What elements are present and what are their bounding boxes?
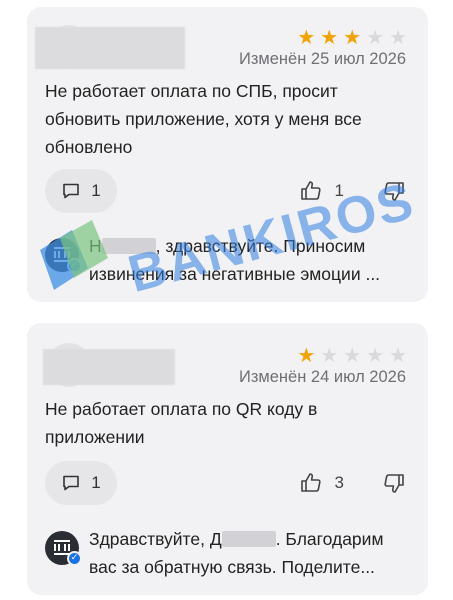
star-icon: ★	[320, 343, 339, 367]
star-icon: ★	[320, 25, 339, 49]
thumbs-up-icon[interactable]	[299, 471, 323, 495]
review-card: ★ ★ ★ ★ ★ Изменён 25 июл 2026 Не работае…	[27, 7, 428, 302]
review-date: Изменён 25 июл 2026	[238, 50, 406, 68]
reply-line-2: извинения за негативные эмоции ...	[89, 264, 381, 284]
likes-count: 1	[334, 181, 344, 200]
comment-icon	[63, 183, 80, 199]
author-name-redacted	[35, 27, 185, 69]
review-date: Изменён 24 июл 2026	[238, 368, 406, 386]
comments-button[interactable]: 1	[45, 169, 117, 213]
star-icon: ★	[366, 343, 385, 367]
reply-line-1: , здравствуйте. Приносим	[155, 236, 366, 256]
thumbs-down-icon[interactable]	[382, 471, 406, 495]
redacted-name	[221, 531, 276, 547]
verified-icon: ✓	[67, 551, 82, 566]
star-icon: ★	[389, 343, 407, 367]
bank-reply[interactable]: ✓ Здравствуйте, Д . Благодарим вас за обр…	[45, 525, 410, 585]
comments-count: 1	[91, 473, 101, 492]
star-icon: ★	[366, 25, 385, 49]
star-icon: ★	[343, 25, 362, 49]
verified-icon: ✓	[67, 258, 82, 273]
star-icon: ★	[297, 25, 316, 49]
reply-line-1: . Благодарим	[275, 529, 384, 549]
rating-stars: ★ ★ ★ ★ ★	[297, 345, 407, 365]
star-icon: ★	[297, 343, 316, 367]
review-card: ★ ★ ★ ★ ★ Изменён 24 июл 2026 Не работае…	[27, 323, 428, 595]
comments-count: 1	[91, 181, 101, 200]
likes-count: 3	[334, 473, 344, 492]
vote-controls: 1	[299, 179, 406, 203]
thumbs-up-icon[interactable]	[299, 179, 323, 203]
rating-stars: ★ ★ ★ ★ ★	[297, 27, 407, 47]
comment-icon	[63, 475, 80, 491]
comments-button[interactable]: 1	[45, 461, 117, 505]
reply-line-2: вас за обратную связь. Поделите...	[89, 557, 375, 577]
reply-preview: Здравствуйте, Д . Благодарим вас за обрат…	[89, 525, 409, 581]
thumbs-down-icon[interactable]	[382, 179, 406, 203]
star-icon: ★	[389, 25, 407, 49]
reply-preview: Н , здравствуйте. Приносим извинения за н…	[89, 232, 409, 288]
redacted-name	[101, 238, 156, 254]
author-name-redacted	[43, 349, 175, 385]
review-text: Не работает оплата по QR коду в приложен…	[45, 399, 318, 447]
vote-controls: 3	[299, 471, 406, 495]
star-icon: ★	[343, 343, 362, 367]
reply-greeting: Здравствуйте, Д	[89, 529, 222, 549]
reply-greeting: Н	[89, 236, 102, 256]
bank-reply[interactable]: ✓ Н , здравствуйте. Приносим извинения за…	[45, 232, 410, 292]
review-text: Не работает оплата по СПБ, просит обнови…	[45, 81, 362, 157]
